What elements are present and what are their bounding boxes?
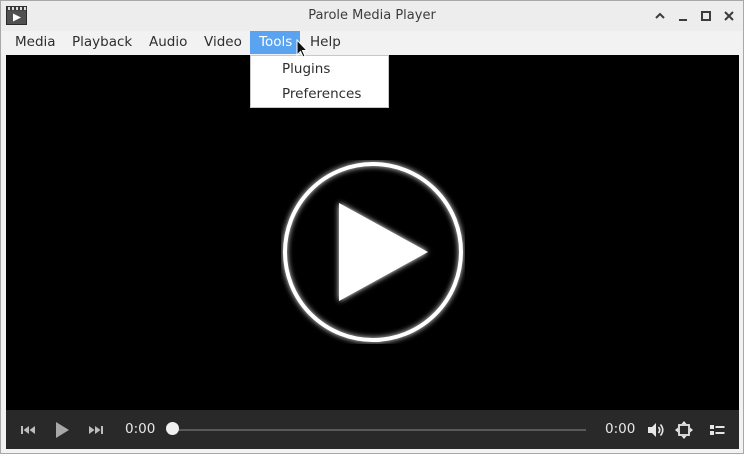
parole-window: Parole Media Player Media Playback Audio… [0, 0, 744, 454]
seek-handle[interactable] [166, 422, 179, 435]
seek-bar[interactable] [173, 429, 586, 431]
duration-time: 0:00 [605, 421, 636, 437]
menu-tools[interactable]: Tools [250, 31, 300, 54]
title-bar[interactable]: Parole Media Player [1, 1, 743, 31]
window-maximize-icon[interactable] [697, 7, 715, 25]
video-area[interactable] [6, 55, 739, 410]
menu-item-plugins[interactable]: Plugins [282, 61, 330, 77]
menu-video[interactable]: Video [195, 31, 251, 54]
menu-item-preferences[interactable]: Preferences [282, 86, 361, 102]
elapsed-time: 0:00 [125, 421, 156, 437]
skip-next-icon[interactable] [86, 420, 106, 440]
window-title: Parole Media Player [308, 8, 436, 23]
menu-media[interactable]: Media [6, 31, 65, 54]
mouse-cursor-icon [296, 38, 309, 63]
play-circle-icon[interactable] [281, 160, 465, 344]
menu-help[interactable]: Help [301, 31, 350, 54]
playlist-icon[interactable] [707, 420, 727, 440]
play-icon[interactable] [52, 420, 72, 440]
menu-audio[interactable]: Audio [140, 31, 196, 54]
window-minimize-icon[interactable] [674, 7, 692, 25]
menu-bar: Media Playback Audio Video Tools Help [1, 31, 743, 55]
tools-dropdown-menu: Plugins Preferences [250, 55, 389, 108]
skip-previous-icon[interactable] [18, 420, 38, 440]
window-close-icon[interactable] [720, 7, 738, 25]
menu-playback[interactable]: Playback [63, 31, 141, 54]
window-collapse-icon[interactable] [651, 7, 669, 25]
playback-controls: 0:00 0:00 [6, 410, 739, 449]
fullscreen-icon[interactable] [674, 420, 694, 440]
volume-icon[interactable] [646, 420, 666, 440]
